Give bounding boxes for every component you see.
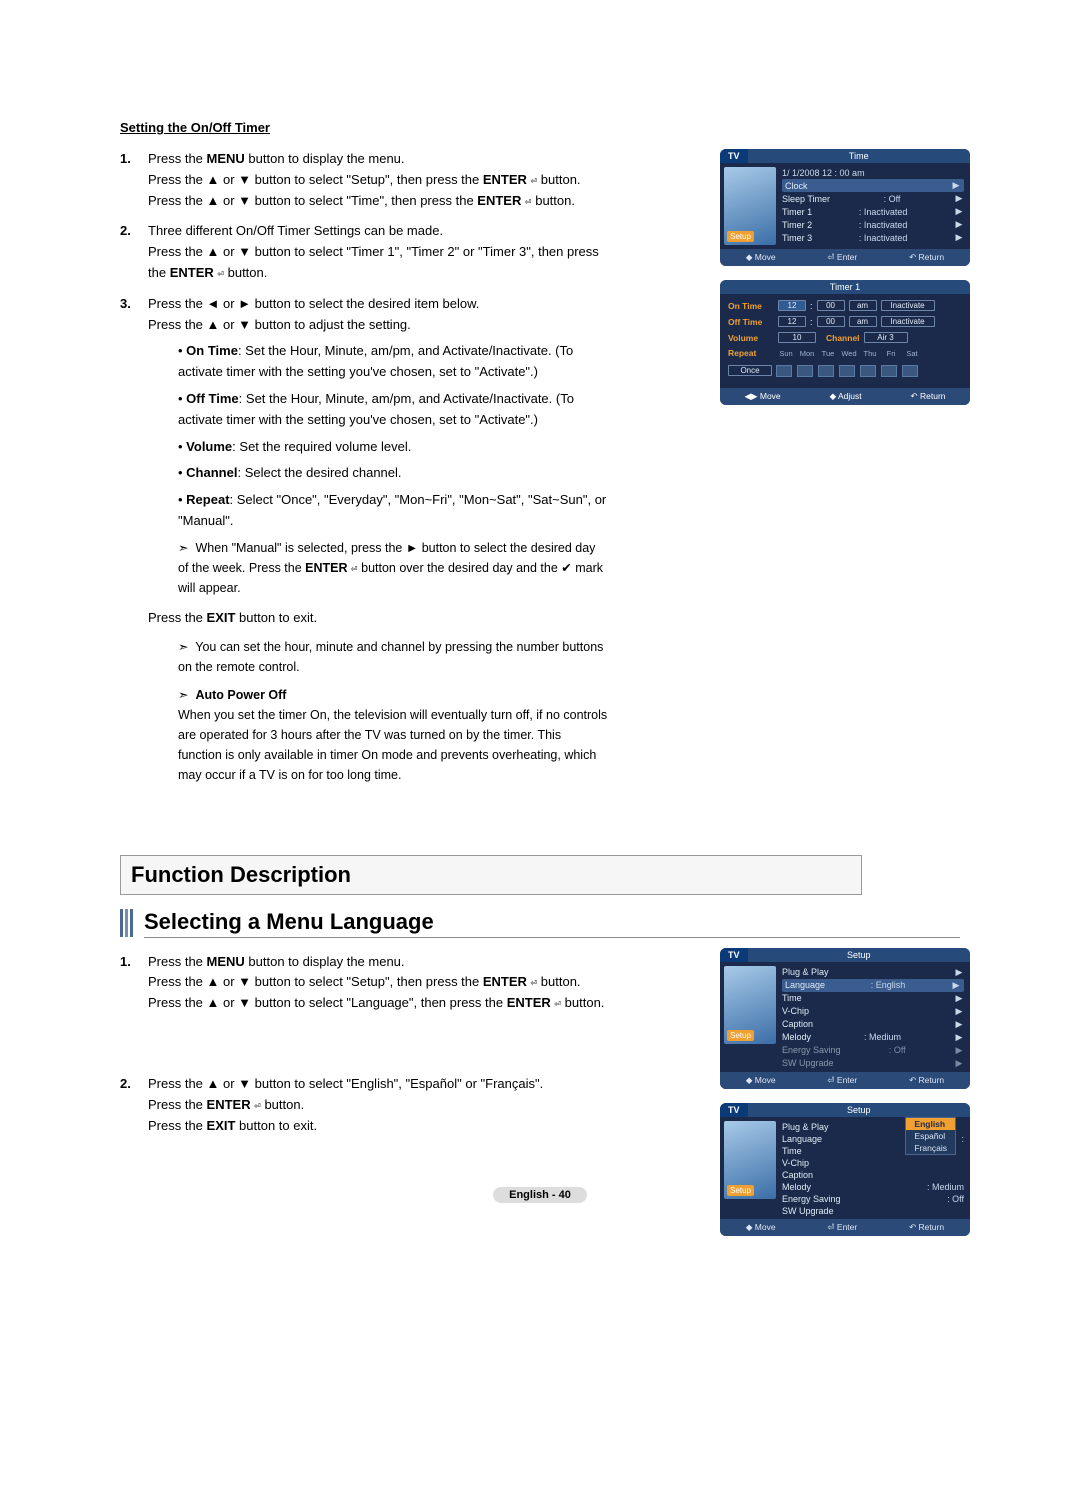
- osd-setup-popup-panel: TV Setup Setup Plug & PlayLanguage:TimeV…: [720, 1103, 970, 1236]
- osd-time-panel: TV Time Setup 1/ 1/2008 12 : 00 am Clock…: [720, 149, 970, 266]
- note-icon: ➣: [178, 685, 192, 705]
- step-num: 1.: [120, 952, 148, 1014]
- step-num: 3.: [120, 294, 148, 785]
- language-heading: Selecting a Menu Language: [120, 909, 960, 938]
- step-body: Press the ▲ or ▼ button to select "Engli…: [148, 1074, 608, 1136]
- osd-thumbnail: Setup: [724, 1121, 776, 1199]
- osd-timer1-panel: Timer 1 On Time 12: 00 am Inactivate Off…: [720, 280, 970, 405]
- note-icon: ➣: [178, 637, 192, 657]
- step-num: 1.: [120, 149, 148, 211]
- language-popup: EnglishEspañolFrançais: [905, 1117, 956, 1155]
- step-num: 2.: [120, 221, 148, 283]
- osd-tv-tab: TV: [720, 149, 748, 163]
- heading-decor-icon: [120, 909, 134, 937]
- function-description-heading: Function Description: [120, 855, 862, 895]
- section-title: Setting the On/Off Timer: [120, 120, 960, 135]
- step-body: Press the MENU button to display the men…: [148, 149, 608, 211]
- osd-thumbnail: Setup: [724, 167, 776, 245]
- step-num: 2.: [120, 1074, 148, 1136]
- osd-title: Time: [748, 149, 970, 163]
- osd-thumbnail: Setup: [724, 966, 776, 1044]
- note-icon: ➣: [178, 538, 192, 558]
- osd-setup-panel: TV Setup Setup Plug & Play▶Language: Eng…: [720, 948, 970, 1089]
- step-body: Three different On/Off Timer Settings ca…: [148, 221, 608, 283]
- step-body: Press the ◄ or ► button to select the de…: [148, 294, 608, 785]
- step-body: Press the MENU button to display the men…: [148, 952, 608, 1014]
